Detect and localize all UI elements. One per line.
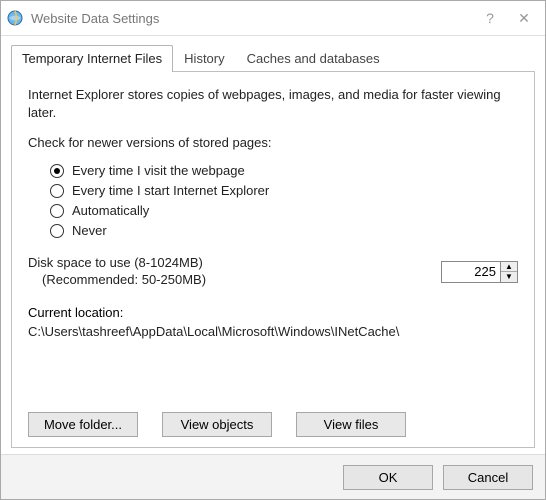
- radio-label: Every time I visit the webpage: [72, 163, 245, 178]
- spinner-buttons: ▲ ▼: [501, 261, 518, 283]
- radio-every-visit[interactable]: Every time I visit the webpage: [50, 163, 518, 178]
- tab-panel-temporary-internet-files: Internet Explorer stores copies of webpa…: [11, 71, 535, 448]
- disk-space-label-line2: (Recommended: 50-250MB): [42, 272, 206, 289]
- radio-label: Automatically: [72, 203, 149, 218]
- help-button[interactable]: ?: [475, 10, 505, 26]
- cancel-button[interactable]: Cancel: [443, 465, 533, 490]
- radio-automatically[interactable]: Automatically: [50, 203, 518, 218]
- tab-history[interactable]: History: [173, 45, 235, 72]
- disk-space-label: Disk space to use (8-1024MB) (Recommende…: [28, 255, 206, 289]
- radio-indicator: [50, 164, 64, 178]
- spinner-up[interactable]: ▲: [501, 262, 517, 273]
- radio-indicator: [50, 184, 64, 198]
- radio-label: Every time I start Internet Explorer: [72, 183, 269, 198]
- tab-caches-databases[interactable]: Caches and databases: [236, 45, 391, 72]
- move-folder-button[interactable]: Move folder...: [28, 412, 138, 437]
- view-objects-button[interactable]: View objects: [162, 412, 272, 437]
- ok-button[interactable]: OK: [343, 465, 433, 490]
- window-title: Website Data Settings: [31, 11, 471, 26]
- check-versions-radio-group: Every time I visit the webpage Every tim…: [50, 158, 518, 243]
- disk-space-row: Disk space to use (8-1024MB) (Recommende…: [28, 255, 518, 289]
- ie-icon: [7, 10, 23, 26]
- disk-space-input[interactable]: [441, 261, 501, 283]
- dialog-footer: OK Cancel: [1, 454, 545, 499]
- radio-indicator: [50, 224, 64, 238]
- radio-every-start[interactable]: Every time I start Internet Explorer: [50, 183, 518, 198]
- website-data-settings-window: Website Data Settings ? ✕ Temporary Inte…: [0, 0, 546, 500]
- titlebar: Website Data Settings ? ✕: [1, 1, 545, 36]
- check-versions-label: Check for newer versions of stored pages…: [28, 135, 518, 150]
- radio-label: Never: [72, 223, 107, 238]
- view-files-button[interactable]: View files: [296, 412, 406, 437]
- tab-strip: Temporary Internet Files History Caches …: [11, 44, 535, 71]
- panel-button-row: Move folder... View objects View files: [28, 400, 518, 437]
- tab-temporary-internet-files[interactable]: Temporary Internet Files: [11, 45, 173, 72]
- disk-space-label-line1: Disk space to use (8-1024MB): [28, 255, 206, 272]
- radio-never[interactable]: Never: [50, 223, 518, 238]
- disk-space-spinner: ▲ ▼: [441, 261, 518, 283]
- current-location-label: Current location:: [28, 305, 518, 320]
- radio-indicator: [50, 204, 64, 218]
- description-text: Internet Explorer stores copies of webpa…: [28, 86, 518, 121]
- current-location-path: C:\Users\tashreef\AppData\Local\Microsof…: [28, 324, 518, 339]
- spinner-down[interactable]: ▼: [501, 272, 517, 282]
- close-button[interactable]: ✕: [509, 10, 539, 27]
